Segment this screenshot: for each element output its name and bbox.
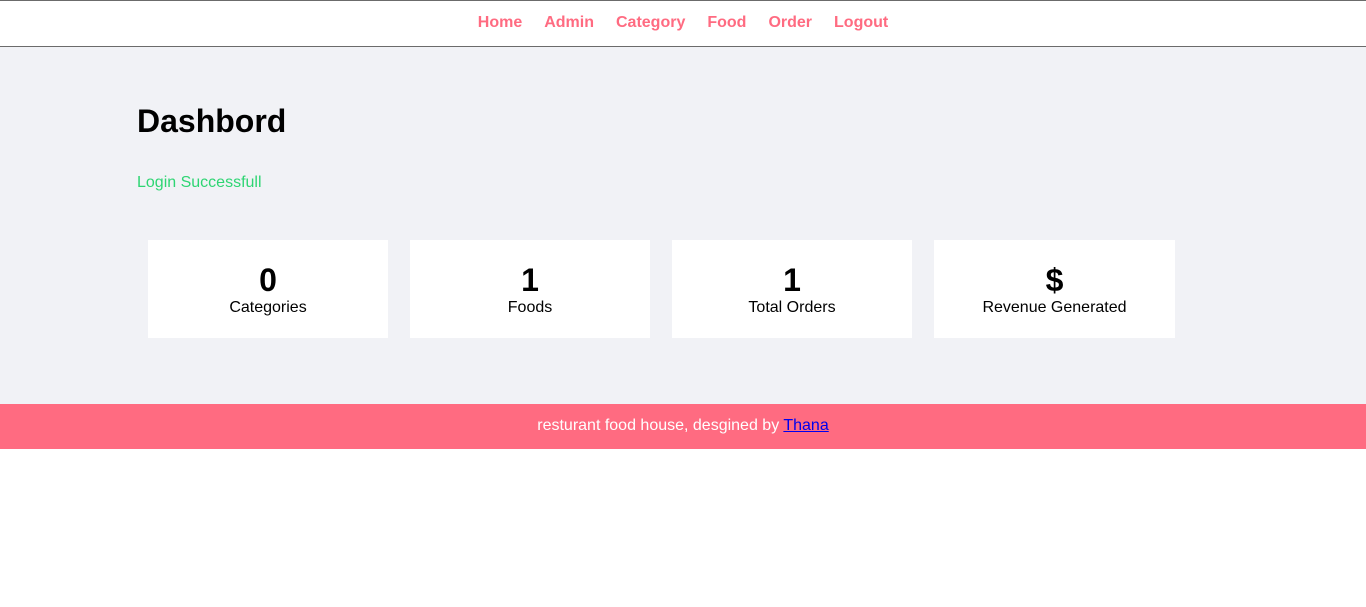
nav-link-logout[interactable]: Logout (834, 14, 888, 32)
nav-link-category[interactable]: Category (616, 14, 685, 32)
main-content: Dashbord Login Successfull 0 Categories … (0, 47, 1366, 404)
nav-link-home[interactable]: Home (478, 14, 522, 32)
page: Home Admin Category Food Order Logout Dashbor… (0, 0, 1366, 607)
stat-value: 1 (521, 262, 539, 298)
stat-value: 1 (783, 262, 801, 298)
stat-label: Revenue Generated (982, 299, 1127, 316)
nav-menu: Home Admin Category Food Order Logout (0, 14, 1366, 32)
stat-value: $ (1045, 262, 1064, 298)
footer-author-link[interactable]: Thana (783, 417, 828, 434)
footer: resturant food house, desgined by Thana (0, 404, 1366, 449)
footer-text: resturant food house, desgined by Thana (537, 417, 828, 435)
stat-label: Foods (507, 299, 553, 316)
stat-value: 0 (259, 262, 277, 298)
top-navigation: Home Admin Category Food Order Logout (0, 0, 1366, 47)
nav-link-admin[interactable]: Admin (544, 14, 594, 32)
page-title: Dashbord (137, 103, 287, 139)
nav-link-order[interactable]: Order (768, 14, 812, 32)
login-success-message: Login Successfull (137, 174, 262, 191)
stat-card-revenue: $ Revenue Generated (934, 240, 1175, 338)
stat-label: Total Orders (748, 299, 836, 316)
stat-card-foods: 1 Foods (410, 240, 650, 338)
footer-credit: resturant food house, desgined by (537, 417, 784, 434)
nav-link-food[interactable]: Food (707, 14, 746, 32)
stat-card-total-orders: 1 Total Orders (672, 240, 912, 338)
stat-card-categories: 0 Categories (148, 240, 388, 338)
stat-label: Categories (229, 299, 307, 316)
